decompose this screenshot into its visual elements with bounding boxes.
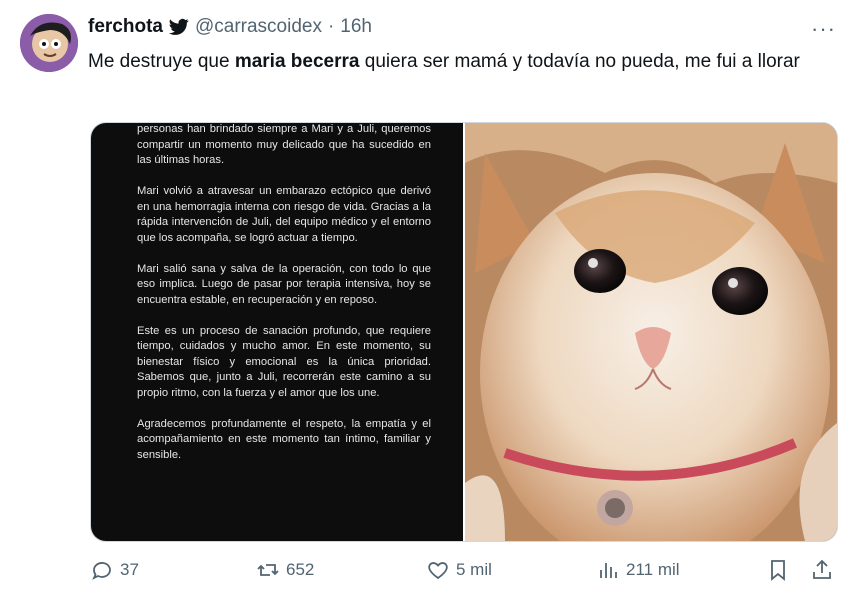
share-button[interactable] — [810, 558, 834, 582]
heart-icon — [428, 562, 448, 580]
bookmark-icon — [771, 560, 785, 581]
views-count: 211 mil — [626, 560, 680, 579]
repost-icon — [257, 564, 279, 576]
tweet-text-part: Me destruye que — [88, 51, 235, 72]
repost-count: 652 — [286, 560, 315, 579]
tweet-text-part: quiera ser mamá y todavía no pueda, me f… — [359, 51, 800, 72]
tweet-text-bold: maria becerra — [234, 51, 360, 72]
reply-button[interactable]: 37 — [90, 558, 139, 582]
crying-cat-drawing — [465, 123, 837, 541]
tweet-media[interactable]: personas han brindado siempre a Mari y a… — [90, 122, 838, 542]
like-button[interactable]: 5 mil — [426, 558, 492, 582]
more-options-icon[interactable]: ··· — [811, 16, 836, 42]
statement-paragraph: personas han brindado siempre a Mari y a… — [137, 123, 431, 166]
user-handle[interactable]: @carrascoidex — [195, 16, 322, 38]
reply-count: 37 — [120, 560, 139, 579]
statement-paragraph: Mari volvió a atravesar un embarazo ectó… — [137, 185, 431, 244]
share-icon — [813, 559, 831, 579]
tweet[interactable]: ferchota @carrascoidex · 16h ··· Me dest… — [0, 0, 862, 612]
statement-image[interactable]: personas han brindado siempre a Mari y a… — [91, 123, 463, 541]
statement-paragraph: Este es un proceso de sanación profundo,… — [137, 324, 431, 399]
avatar[interactable] — [20, 14, 78, 72]
avatar-image — [20, 14, 78, 72]
views-button[interactable]: 211 mil — [596, 558, 680, 582]
action-bar: 37 652 5 mil 211 mil — [88, 558, 848, 592]
reply-icon — [92, 562, 111, 580]
statement-paragraph: Agradecemos profundamente el respeto, la… — [137, 417, 431, 461]
tweet-text: Me destruye que maria becerra quiera ser… — [88, 48, 828, 76]
timestamp[interactable]: 16h — [340, 16, 372, 38]
bird-icon — [168, 18, 189, 36]
repost-button[interactable]: 652 — [256, 558, 314, 582]
separator-dot: · — [327, 16, 335, 37]
bookmark-button[interactable] — [766, 558, 790, 582]
tweet-header: ferchota @carrascoidex · 16h — [88, 16, 372, 38]
like-count: 5 mil — [456, 560, 492, 579]
crying-cat-image[interactable] — [465, 123, 837, 541]
statement-paragraph: Mari salió sana y salva de la operación,… — [137, 262, 431, 306]
views-icon — [600, 563, 617, 578]
display-name[interactable]: ferchota — [88, 16, 163, 38]
